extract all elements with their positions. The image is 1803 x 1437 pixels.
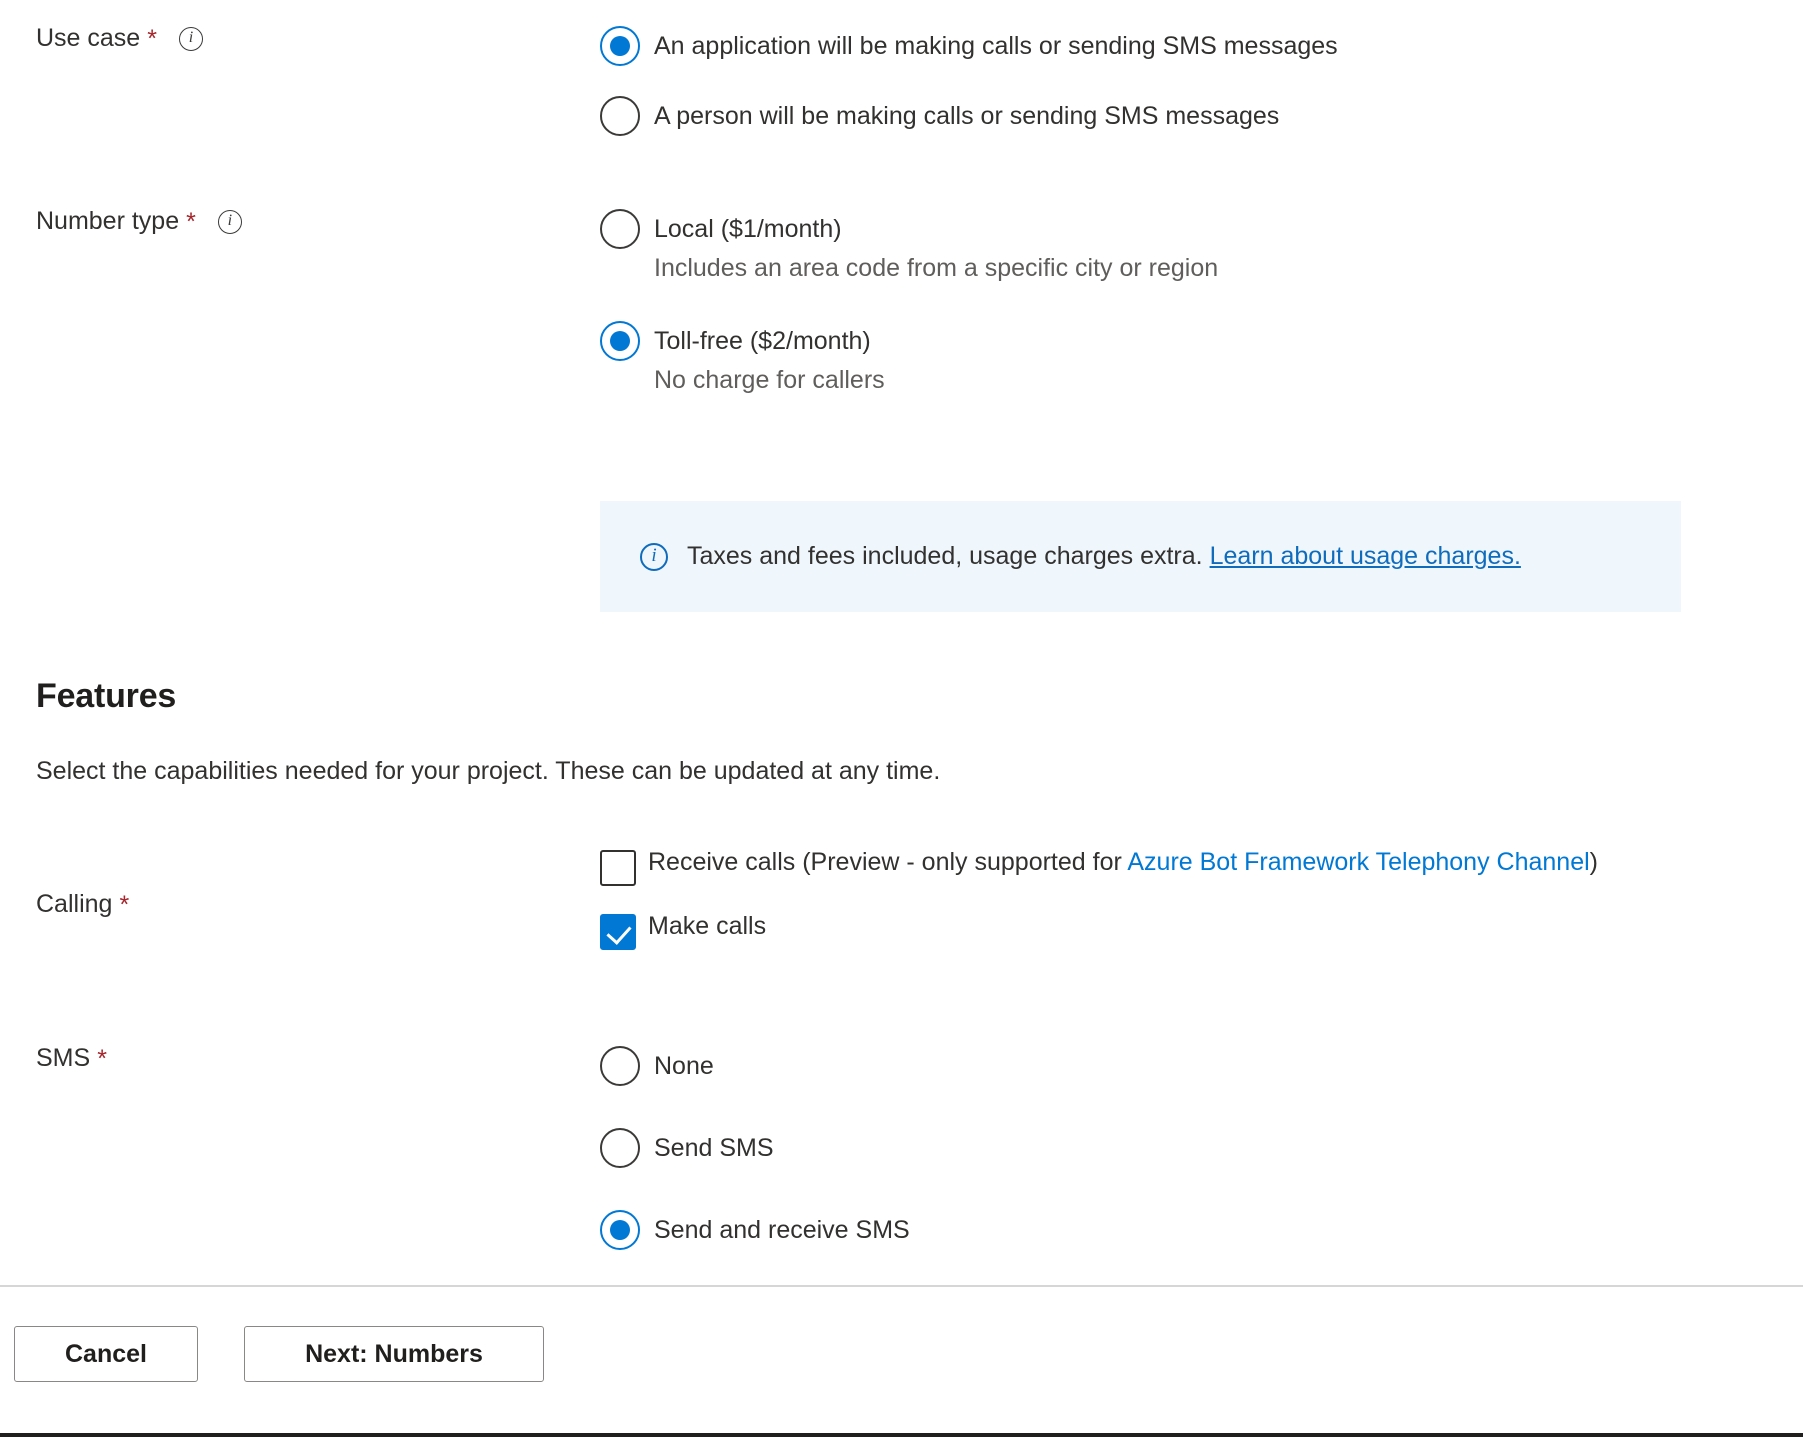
sms-option-none-label: None [654, 1052, 714, 1080]
sms-option-send-label: Send SMS [654, 1134, 774, 1162]
number-type-options: Local ($1/month) Includes an area code f… [600, 209, 1803, 397]
checkbox-option-make-calls[interactable]: Make calls [600, 910, 1783, 950]
checkbox-receive-calls[interactable] [600, 850, 636, 886]
number-type-option-tollfree-label: Toll-free ($2/month) [654, 327, 871, 356]
receive-calls-label: Receive calls (Preview - only supported … [648, 846, 1598, 879]
number-type-option-local[interactable]: Local ($1/month) Includes an area code f… [600, 209, 1783, 284]
info-circle-icon: i [640, 542, 668, 571]
usage-charges-text: Taxes and fees included, usage charges e… [687, 542, 1203, 570]
receive-calls-text-before: Receive calls (Preview - only supported … [648, 848, 1128, 876]
sms-label: SMS * [0, 1044, 600, 1073]
number-type-option-tollfree-description: No charge for callers [654, 366, 885, 395]
calling-label: Calling * [0, 846, 600, 919]
radio-sms-send-receive[interactable] [600, 1210, 640, 1250]
features-section-description: Select the capabilities needed for your … [36, 757, 941, 785]
sms-option-none[interactable]: None [600, 1046, 1783, 1086]
calling-row: Calling * Receive calls (Preview - only … [0, 846, 1803, 950]
required-asterisk: * [186, 208, 196, 236]
make-calls-label: Make calls [648, 912, 767, 940]
calling-options: Receive calls (Preview - only supported … [600, 846, 1803, 950]
use-case-label-text: Use case [36, 24, 141, 52]
number-type-option-local-label: Local ($1/month) [654, 215, 842, 243]
required-asterisk: * [119, 891, 130, 919]
required-asterisk: * [97, 1045, 107, 1073]
calling-label-text: Calling [36, 890, 113, 918]
features-section-title: Features [36, 677, 177, 715]
use-case-option-person-label: A person will be making calls or sending… [654, 102, 1280, 130]
use-case-option-person[interactable]: A person will be making calls or sending… [600, 96, 1783, 136]
sms-option-send-receive[interactable]: Send and receive SMS [600, 1210, 1783, 1250]
footer-divider [0, 1285, 1803, 1287]
radio-application[interactable] [600, 26, 640, 66]
azure-bot-framework-telephony-channel-link[interactable]: Azure Bot Framework Telephony Channel [1127, 848, 1589, 876]
number-type-option-local-description: Includes an area code from a specific ci… [654, 254, 1219, 282]
number-type-row: Number type * i Local ($1/month) Include… [0, 209, 1803, 397]
learn-about-usage-charges-link[interactable]: Learn about usage charges. [1210, 542, 1521, 570]
phone-number-configuration-form: Use case * i An application will be maki… [0, 0, 1803, 1437]
use-case-label: Use case * i [0, 24, 600, 53]
usage-charges-info-banner: i Taxes and fees included, usage charges… [600, 501, 1681, 612]
checkbox-option-receive-calls[interactable]: Receive calls (Preview - only supported … [600, 846, 1783, 886]
checkbox-make-calls[interactable] [600, 914, 636, 950]
use-case-option-application[interactable]: An application will be making calls or s… [600, 26, 1783, 66]
info-icon[interactable]: i [217, 209, 242, 234]
radio-local[interactable] [600, 209, 640, 249]
number-type-label: Number type * i [0, 207, 600, 236]
receive-calls-text-after: ) [1589, 848, 1598, 876]
sms-row: SMS * None Send SMS Send and receive SMS [0, 1046, 1803, 1250]
cancel-button[interactable]: Cancel [14, 1326, 198, 1382]
use-case-row: Use case * i An application will be maki… [0, 26, 1803, 136]
required-asterisk: * [147, 25, 157, 53]
usage-charges-banner-text: Taxes and fees included, usage charges e… [687, 542, 1521, 571]
number-type-option-tollfree[interactable]: Toll-free ($2/month) No charge for calle… [600, 321, 1783, 396]
sms-label-text: SMS [36, 1044, 91, 1072]
number-type-label-text: Number type [36, 207, 180, 235]
radio-sms-none[interactable] [600, 1046, 640, 1086]
sms-options: None Send SMS Send and receive SMS [600, 1046, 1803, 1250]
sms-option-send-receive-label: Send and receive SMS [654, 1216, 910, 1244]
use-case-options: An application will be making calls or s… [600, 26, 1803, 136]
radio-person[interactable] [600, 96, 640, 136]
sms-option-send[interactable]: Send SMS [600, 1128, 1783, 1168]
footer-actions: Cancel Next: Numbers [14, 1326, 544, 1382]
radio-tollfree[interactable] [600, 321, 640, 362]
radio-sms-send[interactable] [600, 1128, 640, 1168]
use-case-option-application-label: An application will be making calls or s… [654, 32, 1338, 60]
next-numbers-button[interactable]: Next: Numbers [244, 1326, 544, 1382]
info-icon[interactable]: i [178, 26, 203, 51]
